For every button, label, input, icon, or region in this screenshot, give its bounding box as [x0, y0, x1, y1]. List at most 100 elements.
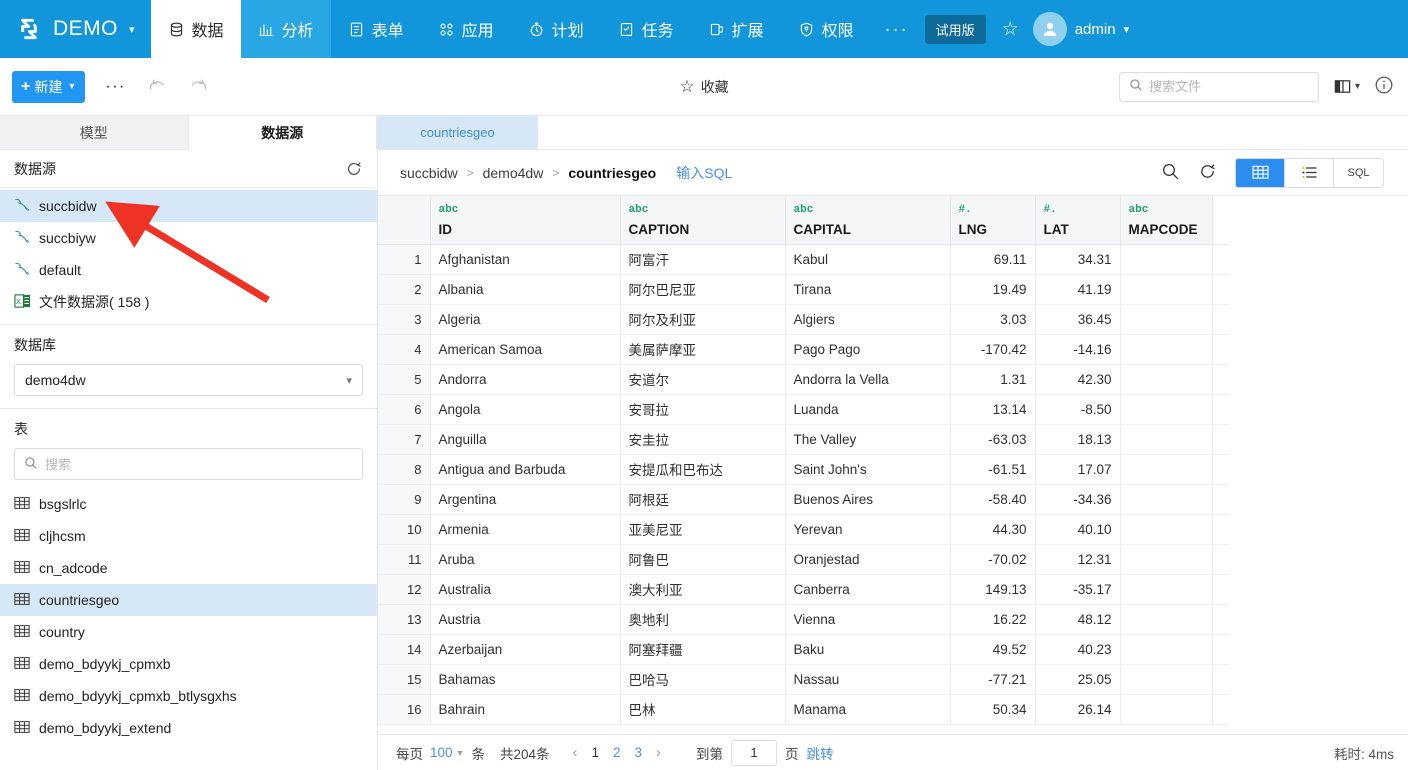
cell-caption[interactable]: 巴林 — [620, 694, 785, 724]
cell-lat[interactable]: 25.05 — [1035, 664, 1120, 694]
cell-lat[interactable]: -35.17 — [1035, 574, 1120, 604]
cell-id[interactable]: Bahamas — [430, 664, 620, 694]
goto-page-input[interactable] — [731, 740, 777, 766]
cell-lng[interactable]: -170.42 — [950, 334, 1035, 364]
cell-lng[interactable]: 16.22 — [950, 604, 1035, 634]
undo-icon[interactable] — [146, 76, 168, 98]
table-row[interactable]: 6Angola安哥拉Luanda13.14-8.50 — [378, 394, 1229, 424]
brand-area[interactable]: DEMO ▾ — [0, 0, 151, 58]
cell-lat[interactable]: -8.50 — [1035, 394, 1120, 424]
cell-mapcode[interactable] — [1120, 694, 1212, 724]
cell-capital[interactable]: Saint John's — [785, 454, 950, 484]
datasource-item-succbidw[interactable]: succbidw — [0, 190, 377, 222]
cell-capital[interactable]: Vienna — [785, 604, 950, 634]
cell-caption[interactable]: 阿尔巴尼亚 — [620, 274, 785, 304]
table-row[interactable]: 7Anguilla安圭拉The Valley-63.0318.13 — [378, 424, 1229, 454]
cell-lng[interactable]: 1.31 — [950, 364, 1035, 394]
cell-id[interactable]: Aruba — [430, 544, 620, 574]
cell-capital[interactable]: Luanda — [785, 394, 950, 424]
nav-item-analysis[interactable]: 分析 — [241, 0, 331, 58]
info-icon[interactable] — [1374, 75, 1394, 98]
nav-item-plan[interactable]: 计划 — [511, 0, 601, 58]
column-header-caption[interactable]: abc CAPTION — [620, 196, 785, 244]
sidebar-tab-model[interactable]: 模型 — [0, 116, 189, 149]
redo-icon[interactable] — [188, 76, 210, 98]
new-button[interactable]: + 新建 ▾ — [12, 71, 85, 103]
cell-lat[interactable]: 40.10 — [1035, 514, 1120, 544]
cell-mapcode[interactable] — [1120, 424, 1212, 454]
cell-lat[interactable]: 42.30 — [1035, 364, 1120, 394]
document-tab-countriesgeo[interactable]: countriesgeo — [378, 116, 538, 149]
sidebar-tab-datasource[interactable]: 数据源 — [189, 116, 378, 150]
cell-mapcode[interactable] — [1120, 304, 1212, 334]
nav-more-button[interactable]: ··· — [871, 0, 923, 58]
cell-lng[interactable]: 69.11 — [950, 244, 1035, 274]
trial-badge[interactable]: 试用版 — [925, 15, 986, 44]
cell-caption[interactable]: 澳大利亚 — [620, 574, 785, 604]
cell-mapcode[interactable] — [1120, 454, 1212, 484]
input-sql-link[interactable]: 输入SQL — [676, 163, 732, 183]
nav-item-permission[interactable]: 权限 — [781, 0, 871, 58]
cell-capital[interactable]: Buenos Aires — [785, 484, 950, 514]
cell-lng[interactable]: -77.21 — [950, 664, 1035, 694]
table-item-cn_adcode[interactable]: cn_adcode — [0, 552, 377, 584]
cell-lng[interactable]: 19.49 — [950, 274, 1035, 304]
cell-caption[interactable]: 阿富汗 — [620, 244, 785, 274]
cell-caption[interactable]: 阿塞拜疆 — [620, 634, 785, 664]
user-menu[interactable]: admin ▾ — [1033, 0, 1145, 58]
cell-id[interactable]: Albania — [430, 274, 620, 304]
cell-id[interactable]: Armenia — [430, 514, 620, 544]
cell-capital[interactable]: Oranjestad — [785, 544, 950, 574]
cell-lat[interactable]: 18.13 — [1035, 424, 1120, 454]
table-row[interactable]: 16Bahrain巴林Manama50.3426.14 — [378, 694, 1229, 724]
view-mode-grid[interactable] — [1236, 159, 1285, 187]
cell-lat[interactable]: -34.36 — [1035, 484, 1120, 514]
cell-mapcode[interactable] — [1120, 544, 1212, 574]
cell-lat[interactable]: 36.45 — [1035, 304, 1120, 334]
datasource-item-default[interactable]: default — [0, 254, 377, 286]
cell-id[interactable]: Algeria — [430, 304, 620, 334]
cell-caption[interactable]: 亚美尼亚 — [620, 514, 785, 544]
table-row[interactable]: 2Albania阿尔巴尼亚Tirana19.4941.19 — [378, 274, 1229, 304]
cell-capital[interactable]: Kabul — [785, 244, 950, 274]
breadcrumb-item-datasource[interactable]: succbidw — [400, 165, 458, 181]
table-row[interactable]: 15Bahamas巴哈马Nassau-77.2125.05 — [378, 664, 1229, 694]
cell-lat[interactable]: 40.23 — [1035, 634, 1120, 664]
refresh-icon[interactable] — [345, 160, 363, 178]
view-mode-list[interactable] — [1285, 159, 1334, 187]
cell-mapcode[interactable] — [1120, 664, 1212, 694]
cell-capital[interactable]: Algiers — [785, 304, 950, 334]
cell-lat[interactable]: 26.14 — [1035, 694, 1120, 724]
cell-caption[interactable]: 阿鲁巴 — [620, 544, 785, 574]
column-header-lng[interactable]: #. LNG — [950, 196, 1035, 244]
cell-caption[interactable]: 巴哈马 — [620, 664, 785, 694]
cell-lng[interactable]: 49.52 — [950, 634, 1035, 664]
cell-id[interactable]: Austria — [430, 604, 620, 634]
cell-id[interactable]: Andorra — [430, 364, 620, 394]
favorite-button[interactable]: ☆ 收藏 — [679, 77, 728, 97]
cell-id[interactable]: Antigua and Barbuda — [430, 454, 620, 484]
cell-mapcode[interactable] — [1120, 334, 1212, 364]
page-button-3[interactable]: 3 — [635, 745, 643, 760]
cell-id[interactable]: Argentina — [430, 484, 620, 514]
cell-lng[interactable]: 149.13 — [950, 574, 1035, 604]
page-button-1[interactable]: 1 — [591, 745, 599, 760]
cell-capital[interactable]: Baku — [785, 634, 950, 664]
column-header-mapcode[interactable]: abc MAPCODE — [1120, 196, 1212, 244]
table-item-bsgslrlc[interactable]: bsgslrlc — [0, 488, 377, 520]
cell-caption[interactable]: 阿尔及利亚 — [620, 304, 785, 334]
table-row[interactable]: 14Azerbaijan阿塞拜疆Baku49.5240.23 — [378, 634, 1229, 664]
table-row[interactable]: 11Aruba阿鲁巴Oranjestad-70.0212.31 — [378, 544, 1229, 574]
cell-capital[interactable]: Andorra la Vella — [785, 364, 950, 394]
cell-id[interactable]: American Samoa — [430, 334, 620, 364]
cell-mapcode[interactable] — [1120, 574, 1212, 604]
cell-lat[interactable]: 12.31 — [1035, 544, 1120, 574]
cell-lng[interactable]: 44.30 — [950, 514, 1035, 544]
nav-item-apps[interactable]: 应用 — [421, 0, 511, 58]
table-row[interactable]: 12Australia澳大利亚Canberra149.13-35.17 — [378, 574, 1229, 604]
chevron-down-icon[interactable]: ▾ — [129, 23, 135, 36]
cell-mapcode[interactable] — [1120, 274, 1212, 304]
cell-lng[interactable]: 50.34 — [950, 694, 1035, 724]
database-select[interactable]: demo4dw ▾ — [14, 364, 363, 396]
cell-capital[interactable]: Nassau — [785, 664, 950, 694]
